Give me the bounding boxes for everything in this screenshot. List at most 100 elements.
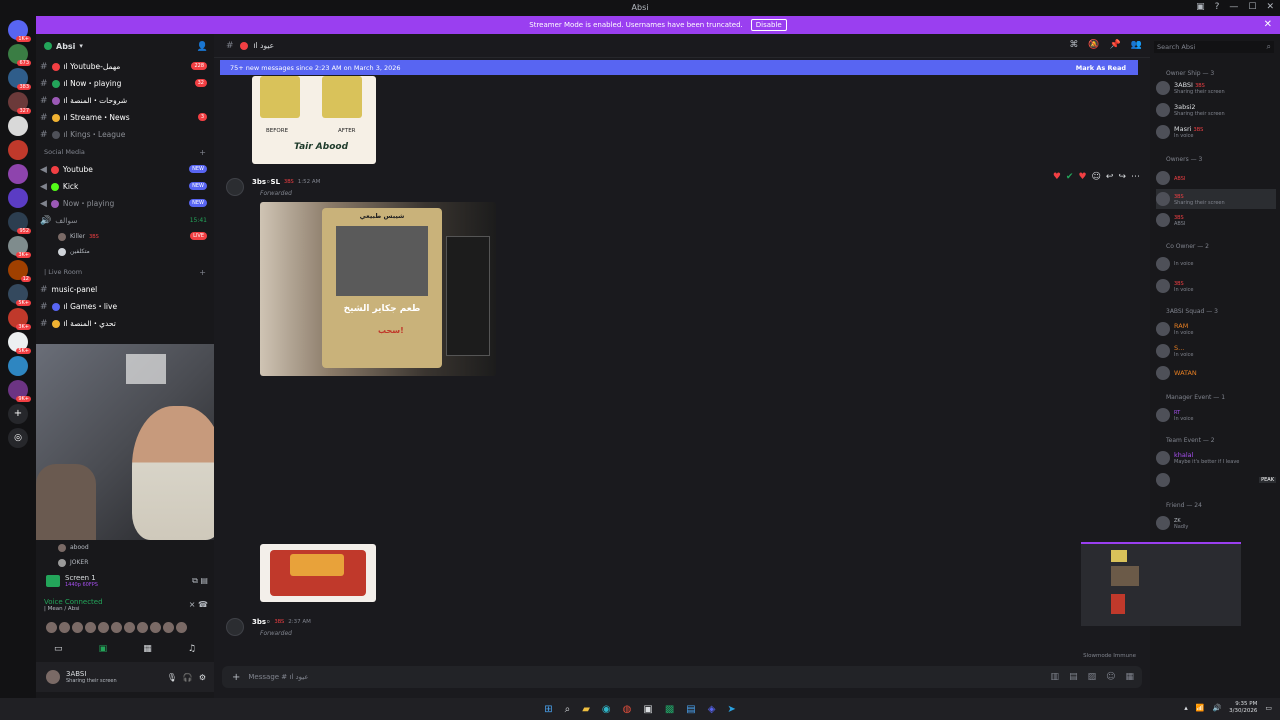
server-icon[interactable] <box>8 188 28 208</box>
banner-close-icon[interactable]: ✕ <box>1264 19 1272 30</box>
channel-item[interactable]: # ıl تحدي・المنصة <box>36 315 214 332</box>
server-icon[interactable]: 3K+ <box>8 236 31 258</box>
screen-share-panel[interactable]: Screen 1 1440p 60FPS ⧉ ▤ <box>36 568 214 594</box>
discover-icon[interactable]: ◎ <box>8 428 28 448</box>
microphone-icon[interactable]: 🎙 <box>167 673 177 682</box>
voice-user[interactable]: Killer 3BS LIVE <box>36 229 214 244</box>
app-icon[interactable]: ▤ <box>686 704 695 715</box>
attachment-image[interactable] <box>260 544 376 602</box>
member-item[interactable]: S... In voice <box>1156 341 1276 361</box>
member-item[interactable]: ZK Nadly <box>1156 513 1276 533</box>
add-reaction-icon[interactable]: ☺ <box>1092 172 1101 182</box>
search-icon[interactable]: ⌕ <box>565 704 571 715</box>
add-server-icon[interactable]: + <box>8 404 28 424</box>
notification-icon[interactable]: 🔕 <box>1088 40 1099 50</box>
threads-icon[interactable]: ⌘ <box>1069 40 1078 50</box>
telegram-icon[interactable]: ➤ <box>727 704 735 715</box>
avatar[interactable] <box>163 622 174 633</box>
store-icon[interactable]: ▣ <box>643 704 652 715</box>
windows-start-icon[interactable]: ⊞ <box>544 704 552 715</box>
avatar[interactable] <box>226 618 244 636</box>
heart-reaction-icon[interactable]: ♥ <box>1078 172 1086 182</box>
apps-icon[interactable]: ▦ <box>1125 672 1134 682</box>
avatar[interactable] <box>150 622 161 633</box>
maximize-icon[interactable]: ☐ <box>1248 2 1256 12</box>
screen-share-icon[interactable]: ▣ <box>99 644 108 654</box>
pin-icon[interactable]: 📌 <box>1110 40 1121 50</box>
member-item[interactable]: ABSI <box>1156 168 1276 188</box>
network-icon[interactable]: 📶 <box>1196 704 1205 712</box>
server-icon[interactable]: 9K+ <box>8 380 31 402</box>
attachment-image[interactable]: BEFORE AFTER Tair Abood <box>252 76 376 164</box>
volume-icon[interactable]: 🔊 <box>1212 704 1221 712</box>
server-icon[interactable] <box>8 356 28 376</box>
channel-item[interactable]: # ıl Streame・News 3 <box>36 109 214 126</box>
message-input[interactable]: Message # ıl عيود <box>248 673 308 681</box>
member-item[interactable]: 3BS ABSI <box>1156 210 1276 230</box>
server-icon[interactable]: 673 <box>8 44 31 66</box>
emoji-icon[interactable]: ☺ <box>1106 672 1115 682</box>
server-icon[interactable] <box>8 140 28 160</box>
stream-preview[interactable] <box>1081 542 1241 626</box>
avatar[interactable] <box>111 622 122 633</box>
minimize-icon[interactable]: — <box>1229 2 1238 12</box>
channel-item[interactable]: ◀ Now・playing NEW <box>36 195 214 212</box>
avatar[interactable] <box>137 622 148 633</box>
server-icon[interactable]: 3K+ <box>8 308 31 330</box>
disconnect-icon[interactable]: ⨯ ☎ <box>189 600 208 609</box>
channel-item[interactable]: # music-panel <box>36 281 214 298</box>
server-icon[interactable]: 5K+ <box>8 332 31 354</box>
channel-item[interactable]: ◀ Youtube NEW <box>36 161 214 178</box>
member-item[interactable]: RT In voice <box>1156 405 1276 425</box>
server-icon[interactable]: 12 <box>8 260 31 282</box>
members-icon[interactable]: 👥 <box>1131 40 1142 50</box>
avatar[interactable] <box>124 622 135 633</box>
member-item[interactable]: Masri 3BS In voice <box>1156 122 1276 142</box>
member-item[interactable]: In voice <box>1156 254 1276 274</box>
search-input[interactable]: Search Absi ⌕ <box>1154 41 1274 53</box>
server-icon[interactable] <box>8 116 28 136</box>
server-icon[interactable]: 5K+ <box>8 284 31 306</box>
settings-icon[interactable]: ⚙ <box>199 673 206 682</box>
add-member-icon[interactable]: 👤 <box>197 42 208 52</box>
attachment-image[interactable]: شيبس طبيعي طعم جكاير الشيخ سحب! <box>260 202 496 376</box>
avatar[interactable] <box>59 622 70 633</box>
avatar[interactable] <box>226 178 244 196</box>
new-messages-bar[interactable]: 75+ new messages since 2:23 AM on March … <box>220 60 1138 75</box>
avatar[interactable] <box>176 622 187 633</box>
member-item[interactable]: khalal Maybe it's better if I leave <box>1156 448 1276 468</box>
voice-user[interactable]: abood <box>36 540 89 555</box>
member-item[interactable]: 3absi2 Sharing their screen <box>1156 100 1276 120</box>
sticker-icon[interactable]: ▨ <box>1088 672 1097 682</box>
camera-icon[interactable]: ▭ <box>54 644 63 654</box>
category-live-room[interactable]: | Live Room + <box>36 263 214 281</box>
check-reaction-icon[interactable]: ✔ <box>1066 172 1074 182</box>
member-item[interactable]: PEAK <box>1156 470 1276 490</box>
channel-item[interactable]: # ıl Now・playing 32 <box>36 75 214 92</box>
clock[interactable]: 9:35 PM 3/30/2026 <box>1229 701 1257 715</box>
user-panel[interactable]: 3ABSI Sharing their screen 🎙 🎧 ⚙ <box>36 662 214 692</box>
server-icon[interactable]: 952 <box>8 212 31 234</box>
close-window-icon[interactable]: ✕ <box>1266 2 1274 12</box>
add-channel-icon[interactable]: + <box>199 268 206 277</box>
server-icon[interactable] <box>8 164 28 184</box>
voice-channel[interactable]: 🔊 سوالف 15:41 <box>36 212 214 229</box>
avatar[interactable] <box>85 622 96 633</box>
notifications-icon[interactable]: ▭ <box>1265 704 1272 712</box>
message-composer[interactable]: + Message # ıl عيود ▥ ▤ ▨ ☺ ▦ <box>222 666 1142 688</box>
add-channel-icon[interactable]: + <box>199 148 206 157</box>
server-header[interactable]: Absi ▾ 👤 <box>36 34 214 58</box>
avatar[interactable] <box>72 622 83 633</box>
mark-as-read-button[interactable]: Mark As Read <box>1076 64 1126 72</box>
gif-icon[interactable]: ▤ <box>1069 672 1078 682</box>
forward-icon[interactable]: ↪ <box>1118 172 1126 182</box>
heart-reaction-icon[interactable]: ♥ <box>1053 172 1061 182</box>
member-item[interactable]: RAM In voice <box>1156 319 1276 339</box>
member-item[interactable]: 3ABSI 3BS Sharing their screen <box>1156 78 1276 98</box>
attach-plus-icon[interactable]: + <box>232 672 240 683</box>
excel-icon[interactable]: ▩ <box>665 704 674 715</box>
member-item[interactable]: 3BS Sharing their screen <box>1156 189 1276 209</box>
server-icon[interactable]: 327 <box>8 92 31 114</box>
inbox-icon[interactable]: ▣ <box>1196 2 1205 12</box>
channel-item[interactable]: # ıl Kings・League <box>36 126 214 143</box>
